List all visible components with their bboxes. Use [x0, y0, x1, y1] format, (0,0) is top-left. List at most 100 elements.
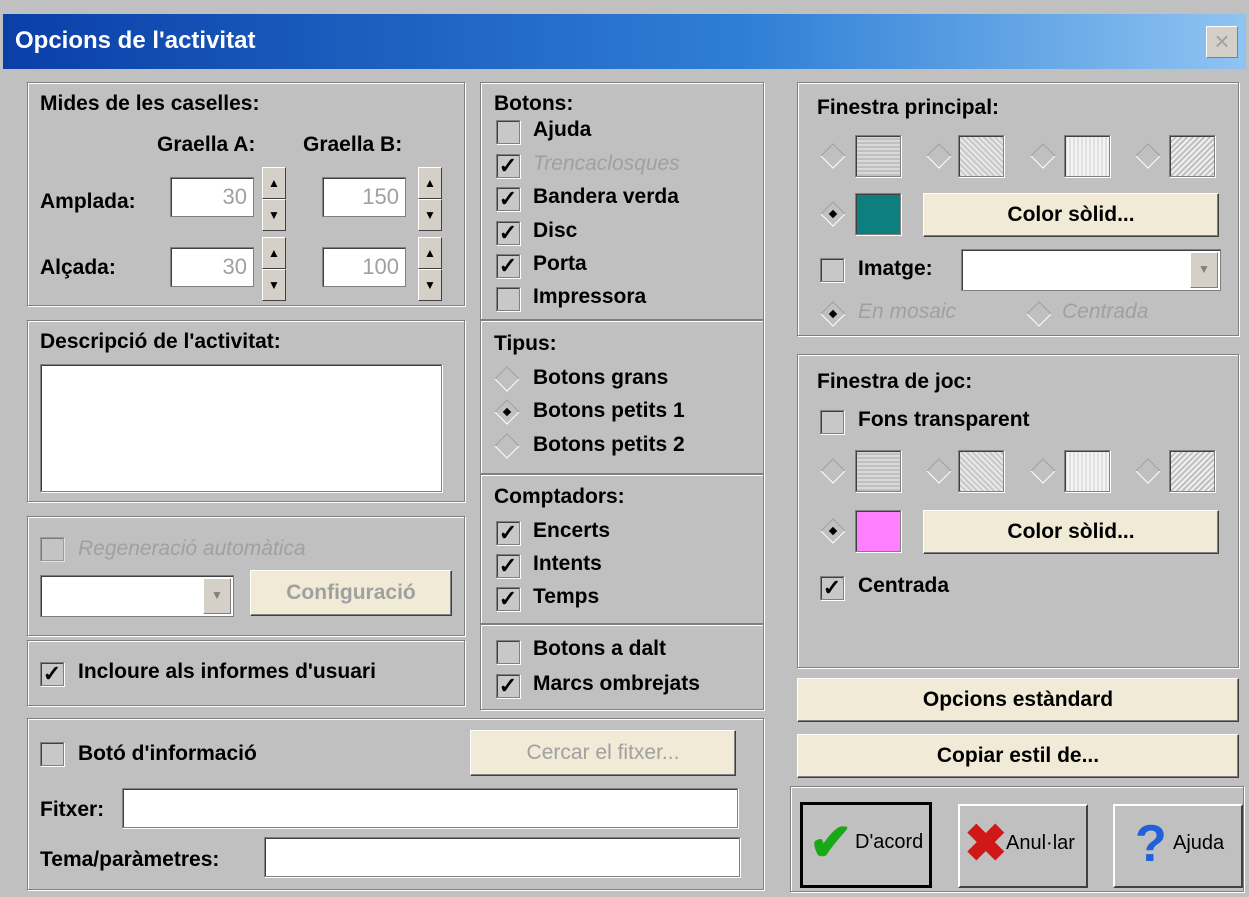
printer-checkbox[interactable]	[496, 287, 520, 311]
info-button-label: Botó d'informació	[78, 742, 257, 765]
puzzle-label: Trencaclosques	[533, 152, 680, 175]
regen-label: Regeneració automàtica	[78, 537, 306, 560]
ok-label: D'acord	[855, 831, 924, 853]
main-color-button[interactable]: Color sòlid...	[923, 193, 1219, 237]
buttons-top-label: Botons a dalt	[533, 637, 667, 660]
include-reports-label: Incloure als informes d'usuari	[78, 660, 376, 683]
description-heading: Descripció de l'activitat:	[40, 330, 281, 353]
time-checkbox[interactable]: ✓	[496, 587, 520, 611]
attempts-checkbox[interactable]: ✓	[496, 554, 520, 578]
game-pattern-1-swatch[interactable]	[855, 450, 901, 492]
attempts-label: Intents	[533, 552, 602, 575]
cell-sizes-heading: Mides de les caselles:	[40, 92, 260, 115]
help-button-label: Ajuda	[1173, 832, 1225, 854]
time-label: Temps	[533, 585, 600, 608]
options-dialog: Opcions de l'activitat × Mides de les ca…	[0, 0, 1249, 897]
hits-checkbox[interactable]: ✓	[496, 521, 520, 545]
grid-a-label: Graella A:	[157, 133, 256, 156]
main-pattern-3-swatch[interactable]	[1064, 135, 1110, 177]
shadow-frames-checkbox[interactable]: ✓	[496, 674, 520, 698]
centered-label: Centrada	[1062, 300, 1149, 323]
grid-b-width-down[interactable]: ▼	[418, 199, 442, 231]
grid-a-height-input[interactable]: 30	[170, 247, 254, 287]
buttons-heading: Botons:	[494, 92, 574, 115]
mosaic-label: En mosaic	[858, 300, 957, 323]
title-bar[interactable]: Opcions de l'activitat ×	[3, 14, 1246, 69]
shadow-frames-label: Marcs ombrejats	[533, 672, 700, 695]
big-buttons-label: Botons grans	[533, 366, 669, 389]
checkmark-icon: ✔	[809, 814, 853, 872]
help-button[interactable]: ? Ajuda	[1113, 804, 1243, 888]
game-centered-checkbox[interactable]: ✓	[820, 576, 844, 600]
printer-label: Impressora	[533, 285, 647, 308]
window-title: Opcions de l'activitat	[15, 27, 256, 54]
grid-b-height-input[interactable]: 100	[322, 247, 406, 287]
image-combo[interactable]: ▼	[961, 249, 1221, 291]
green-flag-checkbox[interactable]: ✓	[496, 187, 520, 211]
transparent-label: Fons transparent	[858, 408, 1030, 431]
game-pattern-2-swatch[interactable]	[958, 450, 1004, 492]
theme-label: Tema/paràmetres:	[40, 848, 220, 871]
help-checkbox[interactable]	[496, 120, 520, 144]
config-button[interactable]: Configuració	[250, 570, 452, 616]
chevron-down-icon[interactable]: ▼	[1190, 252, 1218, 288]
game-color-button[interactable]: Color sòlid...	[923, 510, 1219, 554]
ok-button[interactable]: ✔ D'acord	[800, 802, 932, 888]
include-reports-checkbox[interactable]: ✓	[40, 662, 64, 686]
grid-a-width-down[interactable]: ▼	[262, 199, 286, 231]
small-buttons-2-label: Botons petits 2	[533, 433, 685, 456]
hits-label: Encerts	[533, 519, 611, 542]
transparent-checkbox[interactable]	[820, 410, 844, 434]
grid-b-height-up[interactable]: ▲	[418, 237, 442, 269]
grid-a-width-input[interactable]: 30	[170, 177, 254, 217]
width-label: Amplada:	[40, 190, 136, 213]
regen-combo[interactable]: ▼	[40, 575, 234, 617]
image-checkbox[interactable]	[820, 258, 844, 282]
main-pattern-2-swatch[interactable]	[958, 135, 1004, 177]
regen-checkbox[interactable]	[40, 537, 64, 561]
game-solid-color-swatch[interactable]	[855, 510, 901, 552]
cancel-label: Anul·lar	[1006, 832, 1075, 854]
theme-input[interactable]	[264, 837, 740, 877]
puzzle-checkbox[interactable]: ✓	[496, 154, 520, 178]
door-checkbox[interactable]: ✓	[496, 254, 520, 278]
door-label: Porta	[533, 252, 587, 275]
height-label: Alçada:	[40, 256, 116, 279]
cancel-button[interactable]: ✖ Anul·lar	[958, 804, 1088, 888]
x-mark-icon: ✖	[964, 815, 1008, 873]
grid-b-width-up[interactable]: ▲	[418, 167, 442, 199]
description-textarea[interactable]	[40, 364, 442, 492]
question-icon: ?	[1135, 815, 1167, 873]
main-pattern-4-swatch[interactable]	[1169, 135, 1215, 177]
grid-a-height-up[interactable]: ▲	[262, 237, 286, 269]
grid-b-width-input[interactable]: 150	[322, 177, 406, 217]
game-window-heading: Finestra de joc:	[817, 370, 973, 393]
counters-heading: Comptadors:	[494, 485, 625, 508]
main-window-heading: Finestra principal:	[817, 96, 1000, 119]
grid-a-height-down[interactable]: ▼	[262, 269, 286, 301]
search-file-button[interactable]: Cercar el fitxer...	[470, 730, 736, 776]
green-flag-label: Bandera verda	[533, 185, 679, 208]
standard-options-button[interactable]: Opcions estàndard	[797, 678, 1239, 722]
game-pattern-4-swatch[interactable]	[1169, 450, 1215, 492]
image-label: Imatge:	[858, 257, 933, 280]
copy-style-button[interactable]: Copiar estil de...	[797, 734, 1239, 778]
main-pattern-1-swatch[interactable]	[855, 135, 901, 177]
game-pattern-3-swatch[interactable]	[1064, 450, 1110, 492]
file-input[interactable]	[122, 788, 738, 828]
types-heading: Tipus:	[494, 332, 557, 355]
main-solid-color-swatch[interactable]	[855, 193, 901, 235]
disc-checkbox[interactable]: ✓	[496, 221, 520, 245]
grid-b-height-down[interactable]: ▼	[418, 269, 442, 301]
small-buttons-1-label: Botons petits 1	[533, 399, 685, 422]
help-label: Ajuda	[533, 118, 592, 141]
buttons-top-checkbox[interactable]	[496, 640, 520, 664]
close-button[interactable]: ×	[1206, 26, 1238, 58]
chevron-down-icon[interactable]: ▼	[203, 578, 231, 614]
game-centered-label: Centrada	[858, 574, 950, 597]
grid-b-label: Graella B:	[303, 133, 403, 156]
disc-label: Disc	[533, 219, 578, 242]
info-button-checkbox[interactable]	[40, 742, 64, 766]
grid-a-width-up[interactable]: ▲	[262, 167, 286, 199]
file-label: Fitxer:	[40, 798, 105, 821]
